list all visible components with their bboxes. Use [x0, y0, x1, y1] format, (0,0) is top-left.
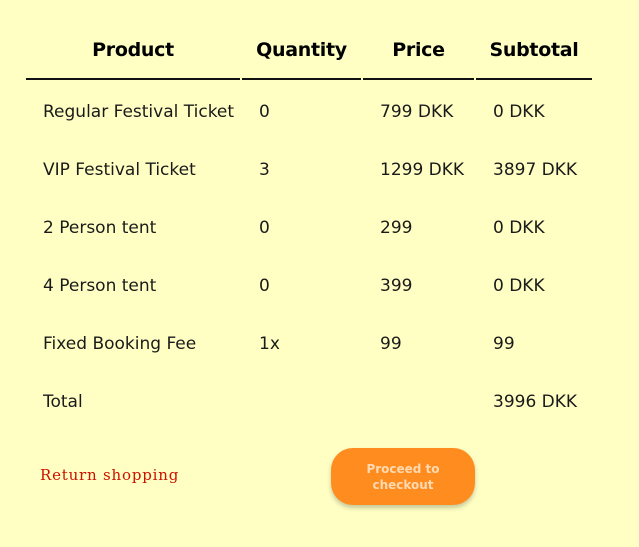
table-header-row: Product Quantity Price Subtotal — [26, 22, 594, 80]
product-name: Regular Festival Ticket — [43, 102, 235, 122]
product-quantity: 1x — [259, 334, 280, 354]
cart-table: Product Quantity Price Subtotal Regular … — [26, 22, 594, 431]
total-value: 3996 DKK — [493, 392, 578, 412]
product-name: VIP Festival Ticket — [43, 160, 196, 180]
table-row: VIP Festival Ticket 3 1299 DKK 3897 DKK — [26, 141, 594, 199]
product-quantity: 0 — [259, 218, 270, 238]
product-subtotal: 3897 DKK — [493, 160, 578, 180]
return-shopping-link[interactable]: Return shopping — [40, 466, 179, 484]
product-name: Fixed Booking Fee — [43, 334, 197, 354]
header-product: Product — [26, 22, 240, 80]
product-price: 399 — [380, 276, 413, 296]
product-price: 1299 DKK — [380, 160, 465, 180]
table-row: Fixed Booking Fee 1x 99 99 — [26, 315, 594, 373]
product-name: 4 Person tent — [43, 276, 157, 296]
product-subtotal: 99 — [493, 334, 515, 354]
product-subtotal: 0 DKK — [493, 276, 545, 296]
product-quantity: 0 — [259, 102, 270, 122]
product-subtotal: 0 DKK — [493, 102, 545, 122]
product-quantity: 0 — [259, 276, 270, 296]
table-row: 2 Person tent 0 299 0 DKK — [26, 199, 594, 257]
total-row: Total 3996 DKK — [26, 373, 594, 431]
proceed-to-checkout-button[interactable]: Proceed to checkout — [331, 448, 475, 505]
product-subtotal: 0 DKK — [493, 218, 545, 238]
header-subtotal: Subtotal — [476, 22, 592, 80]
header-quantity: Quantity — [242, 22, 361, 80]
product-price: 799 DKK — [380, 102, 454, 122]
product-quantity: 3 — [259, 160, 270, 180]
header-price: Price — [363, 22, 474, 80]
product-price: 299 — [380, 218, 413, 238]
product-price: 99 — [380, 334, 402, 354]
table-row: Regular Festival Ticket 0 799 DKK 0 DKK — [26, 83, 594, 141]
total-label: Total — [43, 392, 83, 412]
table-row: 4 Person tent 0 399 0 DKK — [26, 257, 594, 315]
product-name: 2 Person tent — [43, 218, 157, 238]
